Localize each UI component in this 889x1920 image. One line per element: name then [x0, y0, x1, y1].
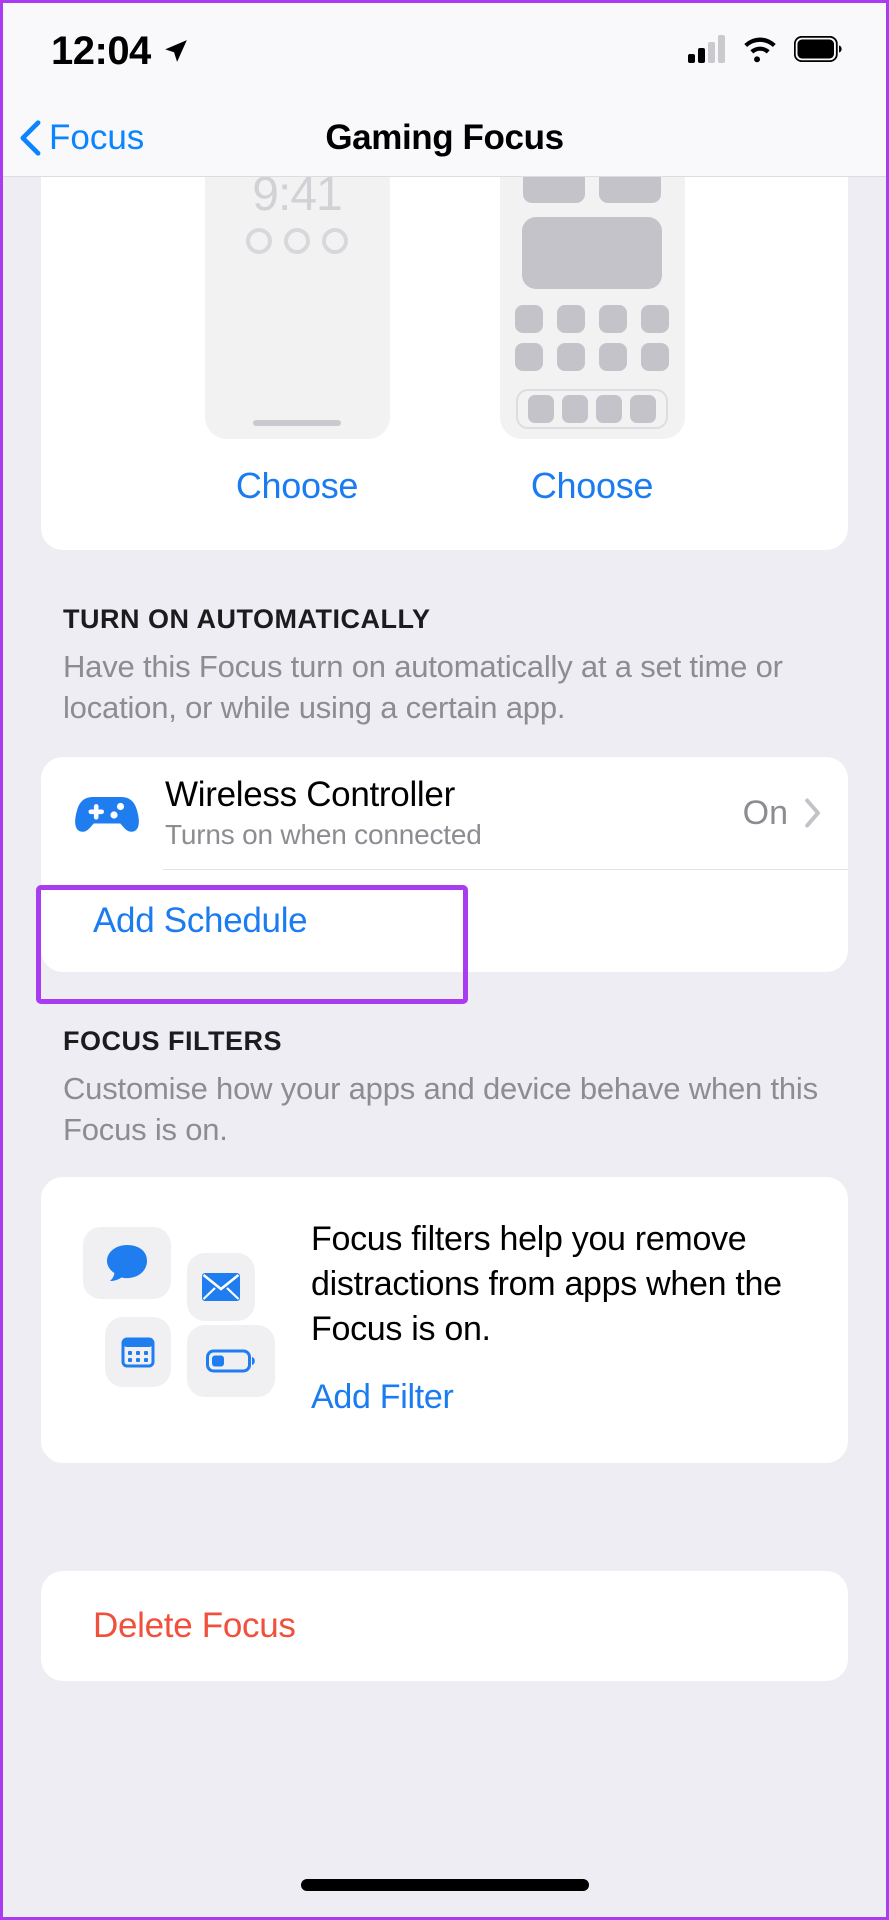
lock-screen-mockup: 9:41	[204, 177, 390, 439]
settings-scroll-view[interactable]: 9:41 Choose Choose TURN ON AUTOMATICALLY…	[3, 177, 886, 1917]
wireless-controller-title: Wireless Controller	[165, 775, 455, 815]
mockup-home-indicator	[253, 420, 341, 426]
lock-screen-notification-dots	[205, 228, 390, 254]
home-screen-app-grid	[500, 305, 685, 371]
status-bar: 12:04	[3, 3, 886, 99]
iphone-screen: 12:04 Focus Gaming Focus 9:41 Choose Cho…	[0, 0, 889, 1920]
status-bar-left: 12:04	[51, 29, 189, 74]
status-bar-right	[688, 34, 842, 68]
focus-filter-app-icons	[75, 1217, 305, 1417]
dock-icon-placeholder	[528, 395, 554, 423]
messages-icon	[83, 1226, 171, 1299]
home-screen-top-widgets	[500, 177, 685, 203]
add-schedule-row[interactable]: Add Schedule	[41, 870, 848, 972]
notification-dot	[284, 228, 310, 254]
focus-filters-card: Focus filters help you remove distractio…	[41, 1176, 848, 1464]
focus-filters-copy: Focus filters help you remove distractio…	[305, 1217, 814, 1418]
focus-filters-card-description: Focus filters help you remove distractio…	[311, 1219, 782, 1349]
wireless-controller-text: Wireless Controller Turns on when connec…	[165, 775, 743, 851]
chevron-left-icon	[19, 119, 41, 156]
focus-filters-header: FOCUS FILTERS	[63, 1025, 282, 1056]
battery-full-icon	[793, 35, 842, 67]
back-button-label: Focus	[49, 117, 145, 157]
lock-screen-preview[interactable]: 9:41	[204, 177, 390, 439]
choose-buttons: Choose Choose	[41, 465, 848, 507]
app-row	[500, 305, 685, 333]
turn-on-automatically-header: TURN ON AUTOMATICALLY	[63, 604, 431, 634]
add-filter-button[interactable]: Add Filter	[311, 1378, 814, 1417]
lock-screen-time: 9:41	[252, 177, 342, 221]
delete-focus-row[interactable]: Delete Focus	[41, 1571, 848, 1681]
app-icon-placeholder	[599, 305, 627, 333]
notification-dot	[246, 228, 272, 254]
back-button[interactable]: Focus	[19, 118, 144, 158]
app-icon-placeholder	[641, 305, 669, 333]
app-icon-placeholder	[515, 305, 543, 333]
app-icon-placeholder	[599, 343, 627, 371]
app-row	[500, 343, 685, 371]
home-screen-preview[interactable]	[499, 177, 685, 439]
delete-focus-card: Delete Focus	[41, 1571, 848, 1682]
app-icon-placeholder	[641, 343, 669, 371]
cellular-signal-icon	[688, 34, 726, 68]
app-icon-placeholder	[557, 305, 585, 333]
add-schedule-label: Add Schedule	[93, 900, 308, 940]
location-arrow-icon	[163, 38, 189, 64]
mail-icon	[187, 1252, 255, 1321]
low-power-battery-icon	[187, 1324, 275, 1397]
turn-on-automatically-description: Have this Focus turn on automatically at…	[63, 649, 783, 725]
dock-placeholder	[516, 389, 668, 429]
calendar-icon	[105, 1316, 171, 1387]
dock-icon-placeholder	[596, 395, 622, 423]
turn-on-automatically-card: Wireless Controller Turns on when connec…	[41, 756, 848, 972]
screen-previews: 9:41	[41, 177, 848, 439]
large-widget-placeholder	[522, 217, 662, 289]
status-bar-clock: 12:04	[51, 28, 151, 73]
delete-focus-label: Delete Focus	[93, 1606, 296, 1646]
dock-icon-placeholder	[630, 395, 656, 423]
chevron-right-icon	[804, 798, 822, 828]
choose-lock-screen-button[interactable]: Choose	[205, 465, 390, 507]
customise-screens-card: 9:41 Choose Choose	[41, 177, 848, 550]
wireless-controller-status: On	[742, 793, 788, 832]
navigation-bar: Focus Gaming Focus	[3, 99, 886, 177]
home-screen-mockup	[499, 177, 685, 439]
dock-icon-placeholder	[562, 395, 588, 423]
notification-dot	[322, 228, 348, 254]
app-icon-placeholder	[557, 343, 585, 371]
home-indicator	[300, 1879, 589, 1891]
game-controller-icon	[71, 789, 143, 837]
widget-placeholder	[599, 177, 661, 203]
focus-filters-description: Customise how your apps and device behav…	[63, 1070, 818, 1147]
wireless-controller-subtitle: Turns on when connected	[165, 819, 482, 851]
choose-home-screen-button[interactable]: Choose	[500, 465, 685, 507]
widget-placeholder	[523, 177, 585, 203]
app-icon-placeholder	[515, 343, 543, 371]
wifi-icon	[741, 35, 779, 68]
wireless-controller-row[interactable]: Wireless Controller Turns on when connec…	[41, 757, 848, 870]
